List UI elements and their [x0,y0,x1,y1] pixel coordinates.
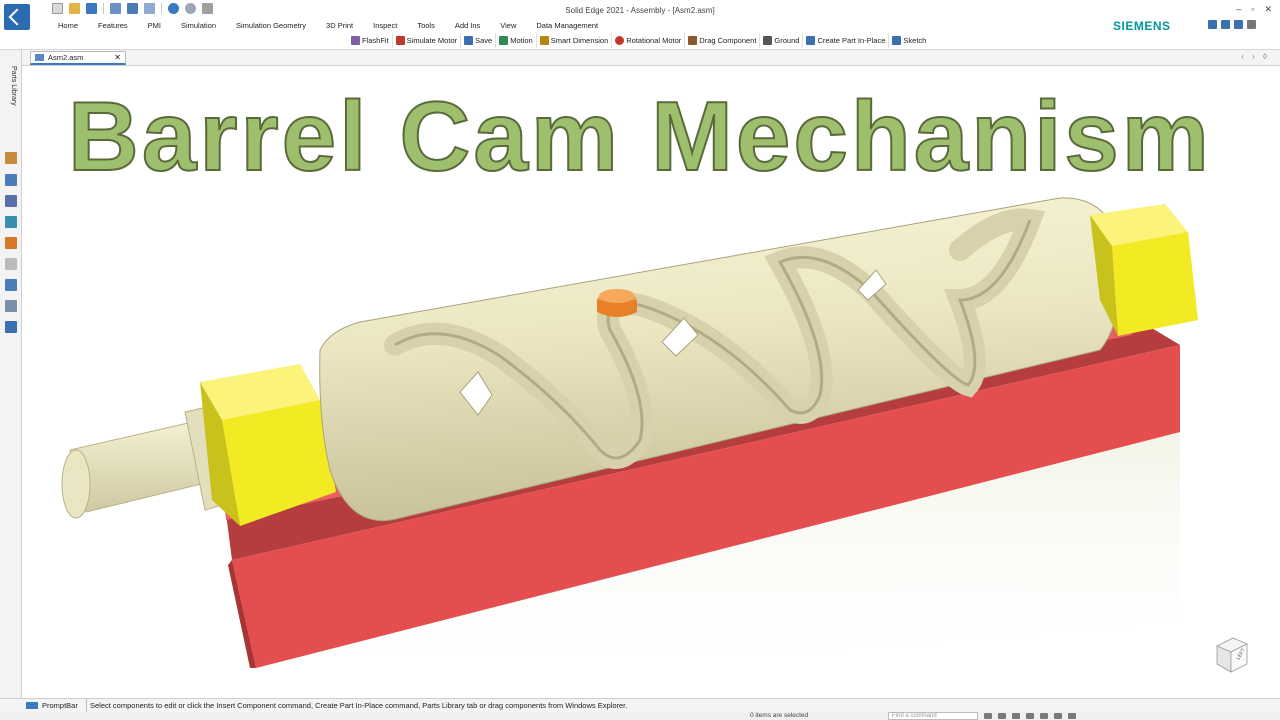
promptbar-tab[interactable]: PromptBar [26,701,78,710]
find-command-input[interactable]: Find a command [888,712,978,720]
solid-edge-window: Solid Edge 2021 - Assembly - [Asm2.asm] … [0,0,1280,720]
command-label: Save [475,36,493,45]
tab-add-ins[interactable]: Add Ins [445,21,490,30]
overlay-title: Barrel Cam Mechanism [67,80,1212,192]
command-label: Create Part In-Place [817,36,886,45]
promptbar-label: PromptBar [42,701,78,710]
rotational-motor-icon [615,36,625,45]
status-bar: 0 items are selected Find a command [0,712,1280,720]
sketch-icon [892,36,902,45]
motion-button[interactable]: Motion [496,33,537,48]
layers-icon[interactable] [5,195,17,207]
options-icon[interactable] [1208,20,1217,29]
title-bar: Solid Edge 2021 - Assembly - [Asm2.asm] … [0,0,1280,50]
left-docking-pane: Parts Library [0,50,22,698]
document-tab-asm2[interactable]: Asm2.asm ✕ [30,51,126,65]
prompt-message: Select components to edit or click the I… [86,699,627,712]
drag-component-button[interactable]: Drag Component [685,33,761,48]
sensors-icon[interactable] [5,321,17,333]
expand-ribbon-icon[interactable] [1247,20,1256,29]
tab-data-management[interactable]: Data Management [526,21,608,30]
promptbar-icon [26,702,38,709]
pan-icon[interactable] [1012,713,1020,719]
assembly-file-icon [35,54,44,61]
graphics-window[interactable]: Barrel Cam Mechanism LEFT [22,66,1280,698]
sketch-button[interactable]: Sketch [889,33,929,48]
tab-home[interactable]: Home [58,21,88,30]
command-label: Simulate Motor [406,36,458,45]
command-label: Smart Dimension [550,36,609,45]
document-tab-row: Asm2.asm ✕ ‹ › ◊ [22,50,1280,66]
close-button[interactable]: ✕ [1264,4,1272,15]
save-icon [464,36,474,45]
help-icons [1208,20,1256,29]
relationships-icon[interactable] [5,300,17,312]
tab-tools[interactable]: Tools [407,21,445,30]
command-label: Rotational Motor [626,36,682,45]
view-orient-icon[interactable] [1068,713,1076,719]
flashfit-button[interactable]: FlashFit [348,33,393,48]
selection-status: 0 items are selected [750,712,809,719]
document-nav-arrows[interactable]: ‹ › ◊ [1241,52,1270,61]
simulate-motor-icon [395,36,405,45]
select-tools-icon[interactable] [5,216,17,228]
tab-features[interactable]: Features [88,21,138,30]
parts-library-tab[interactable]: Parts Library [5,66,17,106]
assembly-scene: Barrel Cam Mechanism [22,66,1280,698]
ground-button[interactable]: Ground [760,33,804,48]
tab-3d-print[interactable]: 3D Print [316,21,363,30]
close-document-icon[interactable]: ✕ [114,53,121,62]
simulate-motor-button[interactable]: Simulate Motor [393,33,462,48]
shaded-icon[interactable] [1054,713,1062,719]
command-label: FlashFit [362,36,389,45]
tab-pmi[interactable]: PMI [138,21,171,30]
sketch-view-icon[interactable] [1040,713,1048,719]
assembly-pathfinder-icon[interactable] [5,152,17,164]
create-part-in-place-button[interactable]: Create Part In-Place [803,33,890,48]
window-controls: – ▫ ✕ [1236,4,1272,15]
command-label: Motion [510,36,533,45]
shaft-end-face [61,449,91,519]
minimize-button[interactable]: – [1236,4,1241,15]
tab-simulation[interactable]: Simulation [171,21,226,30]
layout-icon[interactable] [1221,20,1230,29]
view-cube[interactable]: LEFT [1213,634,1249,674]
window-title: Solid Edge 2021 - Assembly - [Asm2.asm] [565,6,715,15]
command-label: Sketch [903,36,927,45]
tab-view[interactable]: View [490,21,526,30]
ribbon-tabs: Home Features PMI Simulation Simulation … [58,21,608,30]
reports-icon[interactable] [5,237,17,249]
smart-dimension-button[interactable]: Smart Dimension [537,33,613,48]
save-command-button[interactable]: Save [461,33,497,48]
drag-component-icon [688,36,698,45]
ground-icon [763,36,773,45]
fit-icon[interactable] [998,713,1006,719]
rotational-motor-button[interactable]: Rotational Motor [612,33,686,48]
prompt-bar: PromptBar Select components to edit or c… [0,698,1280,712]
command-label: Ground [774,36,800,45]
siemens-logo: SIEMENS [1113,19,1171,33]
document-tab-label: Asm2.asm [48,53,84,62]
end-cap-right-front [1112,232,1198,336]
tab-simulation-geometry[interactable]: Simulation Geometry [226,21,316,30]
feature-library-icon[interactable] [5,174,17,186]
smart-dimension-icon [539,36,549,45]
flashfit-icon [351,36,360,45]
restore-button[interactable]: ▫ [1251,4,1254,15]
tab-inspect[interactable]: Inspect [363,21,407,30]
follower-pin-cap [599,289,635,303]
zoom-area-icon[interactable] [984,713,992,719]
views-icon[interactable] [5,279,17,291]
status-view-controls [984,713,1076,719]
rotate-icon[interactable] [1026,713,1034,719]
motion-icon [499,36,509,45]
create-part-icon [806,36,816,45]
command-bar: FlashFit Simulate Motor Save Motion Smar… [348,33,929,48]
link-icon[interactable] [5,258,17,270]
help-icon[interactable] [1234,20,1243,29]
command-label: Drag Component [699,36,757,45]
